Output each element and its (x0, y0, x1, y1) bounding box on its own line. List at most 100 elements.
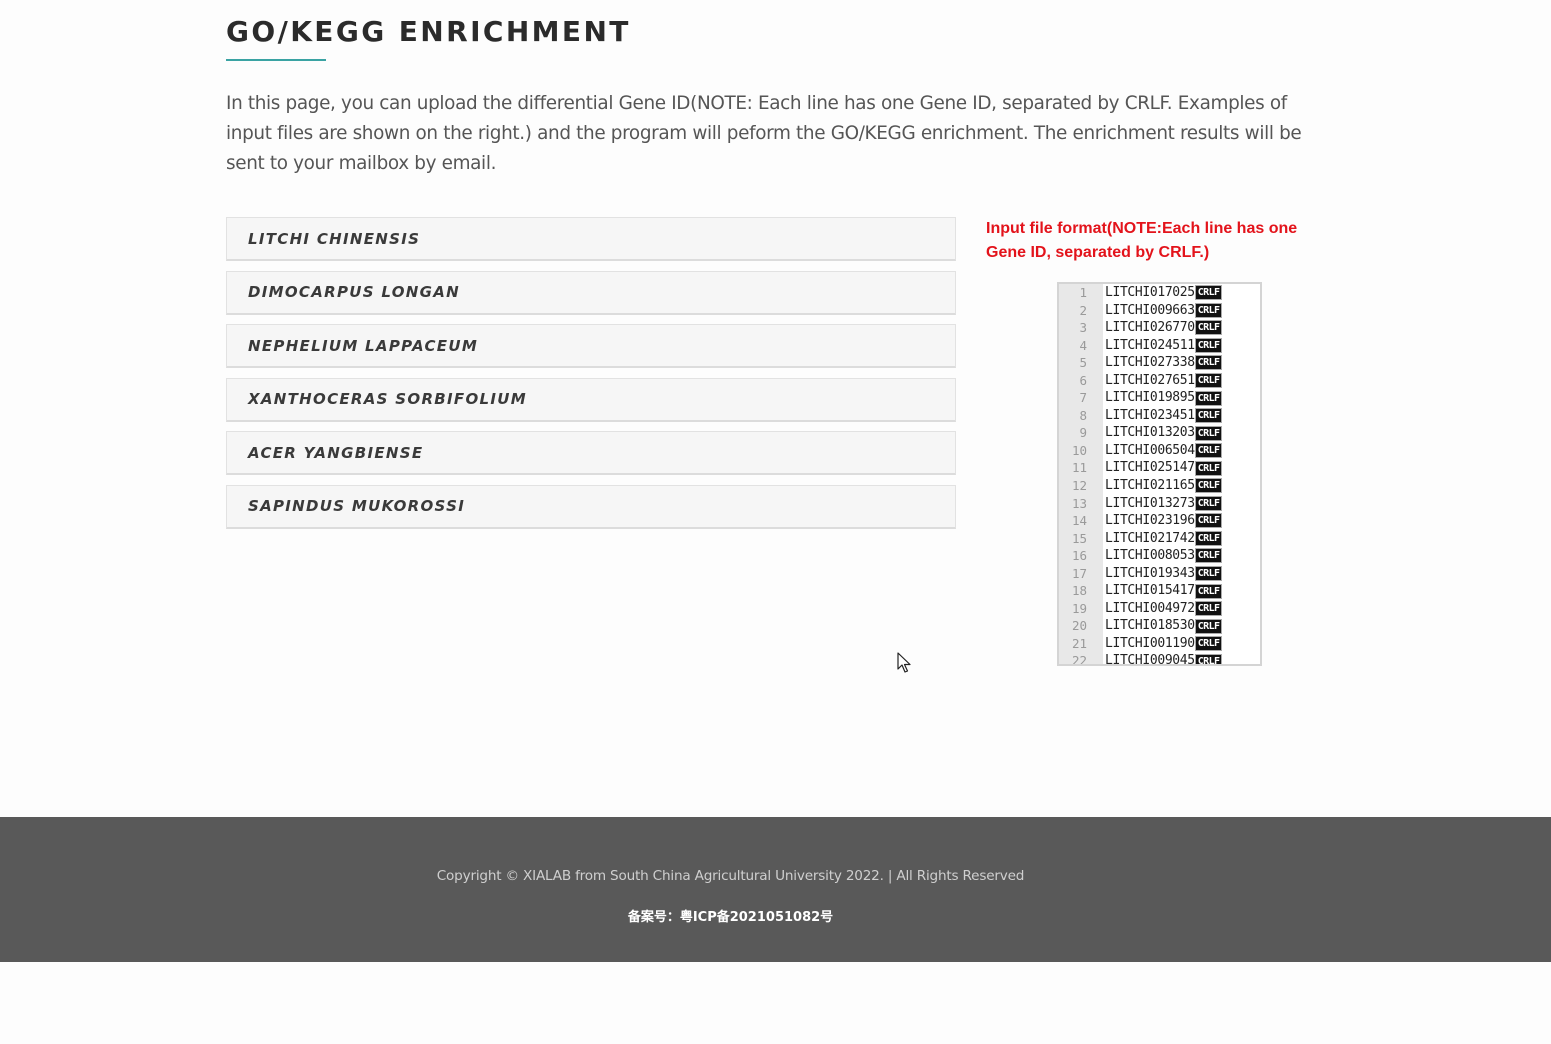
line-number: 14 (1071, 513, 1087, 529)
crlf-marker: CRLF (1194, 530, 1223, 546)
code-line: 3 LITCHI026770 CRLF (1059, 319, 1260, 337)
code-line: 11 LITCHI025147 CRLF (1059, 459, 1260, 477)
crlf-marker: CRLF (1194, 320, 1223, 336)
species-item-acer-yangbiense[interactable]: ACER YANGBIENSE (226, 431, 956, 476)
gene-id: LITCHI021165 (1105, 478, 1195, 494)
species-item-xanthoceras-sorbifolium[interactable]: XANTHOCERAS SORBIFOLIUM (226, 377, 956, 422)
code-line: 16 LITCHI008053 CRLF (1059, 547, 1260, 565)
input-format-panel: Input file format(NOTE:Each line has one… (986, 217, 1336, 666)
code-line: 1 LITCHI017025 CRLF (1059, 284, 1260, 302)
species-label: LITCHI CHINENSIS (248, 229, 421, 248)
copyright-text: Copyright © XIALAB from South China Agri… (436, 868, 1025, 884)
line-number: 21 (1071, 635, 1087, 651)
code-line: 21 LITCHI001190 CRLF (1059, 635, 1260, 653)
line-number: 15 (1071, 530, 1087, 546)
species-list: LITCHI CHINENSIS DIMOCARPUS LONGAN NEPHE… (226, 217, 956, 539)
gene-id: LITCHI013203 (1105, 425, 1195, 441)
species-item-dimocarpus-longan[interactable]: DIMOCARPUS LONGAN (226, 270, 956, 315)
code-line: 12 LITCHI021165 CRLF (1059, 477, 1260, 495)
crlf-marker: CRLF (1194, 495, 1223, 511)
mouse-pointer-icon (897, 652, 911, 673)
code-line: 8 LITCHI023451 CRLF (1059, 407, 1260, 425)
code-line: 9 LITCHI013203 CRLF (1059, 424, 1260, 442)
page-title: GO/KEGG ENRICHMENT (226, 15, 631, 48)
code-line: 13 LITCHI013273 CRLF (1059, 495, 1260, 513)
line-number: 16 (1071, 548, 1087, 564)
icp-link[interactable]: 备案号：粤ICP备2021051082号 (0, 906, 1461, 925)
gene-id: LITCHI004972 (1105, 600, 1195, 616)
crlf-marker: CRLF (1194, 583, 1223, 599)
crlf-marker: CRLF (1194, 390, 1223, 406)
crlf-marker: CRLF (1194, 636, 1223, 652)
crlf-marker: CRLF (1194, 443, 1223, 459)
crlf-marker: CRLF (1194, 373, 1223, 388)
line-number: 10 (1071, 442, 1087, 458)
line-number: 8 (1079, 407, 1087, 423)
code-line: 6 LITCHI027651 CRLF (1059, 372, 1260, 390)
crlf-marker: CRLF (1194, 408, 1223, 424)
species-item-nephelium-lappaceum[interactable]: NEPHELIUM LAPPACEUM (226, 324, 956, 369)
gene-id: LITCHI024511 (1105, 337, 1195, 353)
line-number: 20 (1071, 618, 1087, 634)
gene-id: LITCHI015417 (1105, 583, 1195, 599)
gene-id: LITCHI026770 (1105, 320, 1195, 336)
crlf-marker: CRLF (1194, 285, 1223, 301)
gene-id: LITCHI013273 (1105, 495, 1195, 511)
gene-id: LITCHI006504 (1105, 442, 1195, 458)
crlf-marker: CRLF (1194, 566, 1223, 582)
species-label: ACER YANGBIENSE (248, 443, 424, 462)
page-header: GO/KEGG ENRICHMENT In this page, you can… (226, 0, 1336, 179)
code-line: 2 LITCHI009663 CRLF (1059, 302, 1260, 320)
crlf-marker: CRLF (1194, 513, 1223, 529)
line-number: 1 (1079, 285, 1087, 300)
species-label: SAPINDUS MUKOROSSI (248, 497, 466, 516)
line-number: 18 (1071, 583, 1087, 599)
footer: Copyright © XIALAB from South China Agri… (0, 817, 1551, 962)
species-label: DIMOCARPUS LONGAN (248, 283, 460, 302)
species-item-sapindus-mukorossi[interactable]: SAPINDUS MUKOROSSI (226, 484, 956, 529)
code-line: 19 LITCHI004972 CRLF (1059, 600, 1260, 618)
crlf-marker: CRLF (1194, 478, 1223, 494)
crlf-marker: CRLF (1194, 425, 1223, 441)
example-code-lines: 1 LITCHI017025 CRLF 2 LITCHI009663 CRLF 3 LITCH… (1059, 284, 1260, 666)
line-number: 13 (1071, 495, 1087, 511)
crlf-marker: CRLF (1194, 460, 1223, 476)
gene-id: LITCHI027338 (1105, 355, 1195, 371)
gene-id: LITCHI023196 (1105, 513, 1195, 529)
crlf-marker: CRLF (1194, 618, 1223, 634)
line-number: 4 (1079, 337, 1087, 353)
species-item-litchi-chinensis[interactable]: LITCHI CHINENSIS (226, 217, 956, 261)
gene-id: LITCHI021742 (1105, 530, 1195, 546)
line-number: 6 (1079, 372, 1087, 388)
gene-id: LITCHI008053 (1105, 548, 1195, 564)
gene-id: LITCHI023451 (1105, 407, 1195, 423)
line-number: 19 (1071, 600, 1087, 616)
species-label: XANTHOCERAS SORBIFOLIUM (248, 390, 527, 409)
line-number: 11 (1071, 460, 1087, 476)
line-number: 2 (1079, 302, 1087, 318)
gene-id: LITCHI025147 (1105, 460, 1195, 476)
code-line: 7 LITCHI019895 CRLF (1059, 389, 1260, 407)
code-line: 20 LITCHI018530 CRLF (1059, 617, 1260, 635)
line-number: 5 (1079, 355, 1087, 371)
code-line: 22 LITCHI009045 CRLF (1059, 652, 1260, 666)
line-number: 7 (1079, 390, 1087, 406)
gene-id: LITCHI009663 (1105, 302, 1195, 318)
code-line: 10 LITCHI006504 CRLF (1059, 442, 1260, 460)
gene-id: LITCHI019895 (1105, 390, 1195, 406)
line-number: 12 (1071, 478, 1087, 494)
intro-text: In this page, you can upload the differe… (226, 93, 1302, 174)
gene-id: LITCHI001190 (1105, 635, 1195, 651)
title-underline (226, 59, 326, 61)
crlf-marker: CRLF (1194, 355, 1223, 371)
crlf-marker: CRLF (1194, 302, 1223, 318)
species-label: NEPHELIUM LAPPACEUM (248, 336, 479, 355)
code-line: 14 LITCHI023196 CRLF (1059, 512, 1260, 530)
line-number: 22 (1071, 653, 1087, 666)
input-format-note: Input file format(NOTE:Each line has one… (986, 220, 1298, 261)
code-line: 15 LITCHI021742 CRLF (1059, 530, 1260, 548)
gene-id: LITCHI018530 (1105, 618, 1195, 634)
gene-id: LITCHI019343 (1105, 565, 1195, 581)
line-number: 9 (1079, 425, 1087, 441)
gene-id: LITCHI009045 (1105, 653, 1195, 666)
